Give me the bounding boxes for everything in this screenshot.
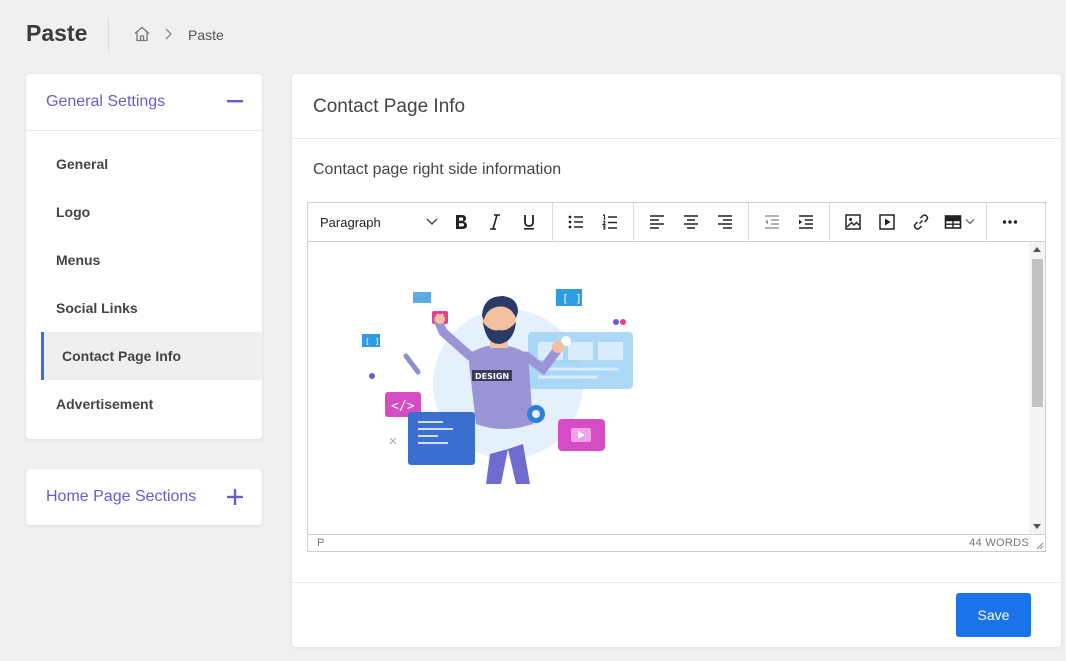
scroll-down-icon[interactable] — [1033, 524, 1041, 530]
general-settings-header[interactable]: General Settings — [26, 74, 262, 131]
page-title: Paste — [26, 20, 88, 46]
align-left-button[interactable] — [640, 208, 674, 236]
sidebar-item-menus[interactable]: Menus — [26, 236, 262, 284]
list-group — [553, 202, 634, 242]
shirt-text: DESIGN — [475, 372, 509, 381]
svg-text:[ ]: [ ] — [562, 292, 582, 305]
chevron-down-icon — [426, 218, 438, 225]
home-page-sections-title: Home Page Sections — [46, 488, 197, 505]
outdent-icon — [765, 215, 779, 229]
general-settings-title: General Settings — [46, 93, 166, 110]
bullet-list-button[interactable] — [559, 208, 593, 236]
sidebar-item-label: Logo — [56, 204, 91, 220]
sidebar-item-label: Advertisement — [56, 396, 154, 412]
save-button[interactable]: Save — [956, 593, 1031, 637]
word-count[interactable]: 44 WORDS — [969, 537, 1029, 549]
field-label: Contact page right side information — [313, 161, 562, 178]
align-right-button[interactable] — [708, 208, 742, 236]
svg-text:</>: </> — [391, 399, 415, 414]
card-title: Contact Page Info — [313, 96, 466, 117]
align-right-icon — [718, 215, 732, 229]
more-button[interactable] — [993, 208, 1027, 236]
indent-icon — [799, 215, 813, 229]
indent-button[interactable] — [789, 208, 823, 236]
italic-button[interactable] — [478, 208, 512, 236]
align-center-button[interactable] — [674, 208, 708, 236]
plus-icon[interactable] — [225, 487, 245, 507]
image-icon — [845, 214, 861, 230]
table-icon — [944, 215, 961, 229]
insert-media-button[interactable] — [870, 208, 904, 236]
header-divider — [108, 18, 109, 52]
general-settings-panel: General Settings General Logo Menus Soci… — [26, 74, 262, 439]
settings-list: General Logo Menus Social Links Contact … — [26, 140, 262, 428]
scroll-up-icon[interactable] — [1033, 246, 1041, 252]
element-path[interactable]: P — [317, 537, 324, 549]
numbered-list-icon — [601, 214, 617, 230]
chevron-right-icon — [165, 28, 172, 40]
underline-icon — [524, 215, 534, 230]
format-group: Paragraph — [308, 202, 553, 242]
minus-icon[interactable] — [225, 91, 245, 111]
sidebar-item-general[interactable]: General — [26, 140, 262, 188]
editor-statusbar: P 44 WORDS — [308, 534, 1045, 551]
align-center-icon — [684, 215, 698, 229]
home-icon[interactable] — [133, 25, 151, 43]
bold-icon — [456, 215, 467, 229]
rich-text-editor: Paragraph [] [] </> DESIGN P 44 WORDS — [307, 202, 1046, 552]
insert-table-button[interactable] — [938, 208, 980, 236]
card-header: Contact Page Info — [292, 74, 1061, 139]
sidebar-item-logo[interactable]: Logo — [26, 188, 262, 236]
designer-illustration: [ ] [ ] </> DESIGN — [362, 289, 633, 484]
chevron-down-icon — [965, 219, 974, 225]
align-left-icon — [650, 215, 664, 229]
numbered-list-button[interactable] — [593, 208, 627, 236]
insert-link-button[interactable] — [904, 208, 938, 236]
block-format-value: Paragraph — [320, 214, 381, 230]
home-page-sections-panel: Home Page Sections — [26, 469, 262, 525]
bold-button[interactable] — [444, 208, 478, 236]
editor-scrollbar[interactable] — [1029, 242, 1045, 534]
home-page-sections-header[interactable]: Home Page Sections — [26, 469, 262, 525]
sidebar-item-contact-page-info[interactable]: Contact Page Info — [41, 332, 262, 380]
contact-page-info-card: Contact Page Info Contact page right sid… — [292, 74, 1061, 647]
sidebar-item-label: Contact Page Info — [62, 348, 182, 364]
sidebar-item-label: Social Links — [56, 300, 138, 316]
resize-handle-icon[interactable] — [1034, 540, 1044, 550]
breadcrumb-current: Paste — [188, 27, 224, 43]
editor-content[interactable]: [ ] [ ] </> DESIGN — [308, 242, 1029, 534]
italic-icon — [490, 214, 500, 230]
sidebar-item-label: Menus — [56, 252, 101, 268]
top-bar: Paste Paste — [0, 0, 1066, 70]
svg-text:[ ]: [ ] — [365, 337, 379, 346]
underline-button[interactable] — [512, 208, 546, 236]
scroll-thumb[interactable] — [1032, 259, 1043, 407]
card-footer-divider — [292, 582, 1061, 583]
sidebar-item-social-links[interactable]: Social Links — [26, 284, 262, 332]
bullet-list-icon — [568, 215, 583, 229]
editor-toolbar: Paragraph — [308, 202, 1045, 242]
link-icon — [913, 214, 929, 230]
block-format-select[interactable]: Paragraph — [314, 208, 444, 236]
more-group — [987, 203, 1033, 242]
align-group — [634, 202, 749, 242]
indent-group — [749, 202, 830, 242]
media-icon — [879, 214, 895, 230]
sidebar-item-advertisement[interactable]: Advertisement — [26, 380, 262, 428]
insert-image-button[interactable] — [836, 208, 870, 236]
insert-group — [830, 202, 987, 242]
more-horizontal-icon — [1002, 220, 1018, 224]
sidebar-item-label: General — [56, 156, 109, 172]
outdent-button[interactable] — [755, 208, 789, 236]
